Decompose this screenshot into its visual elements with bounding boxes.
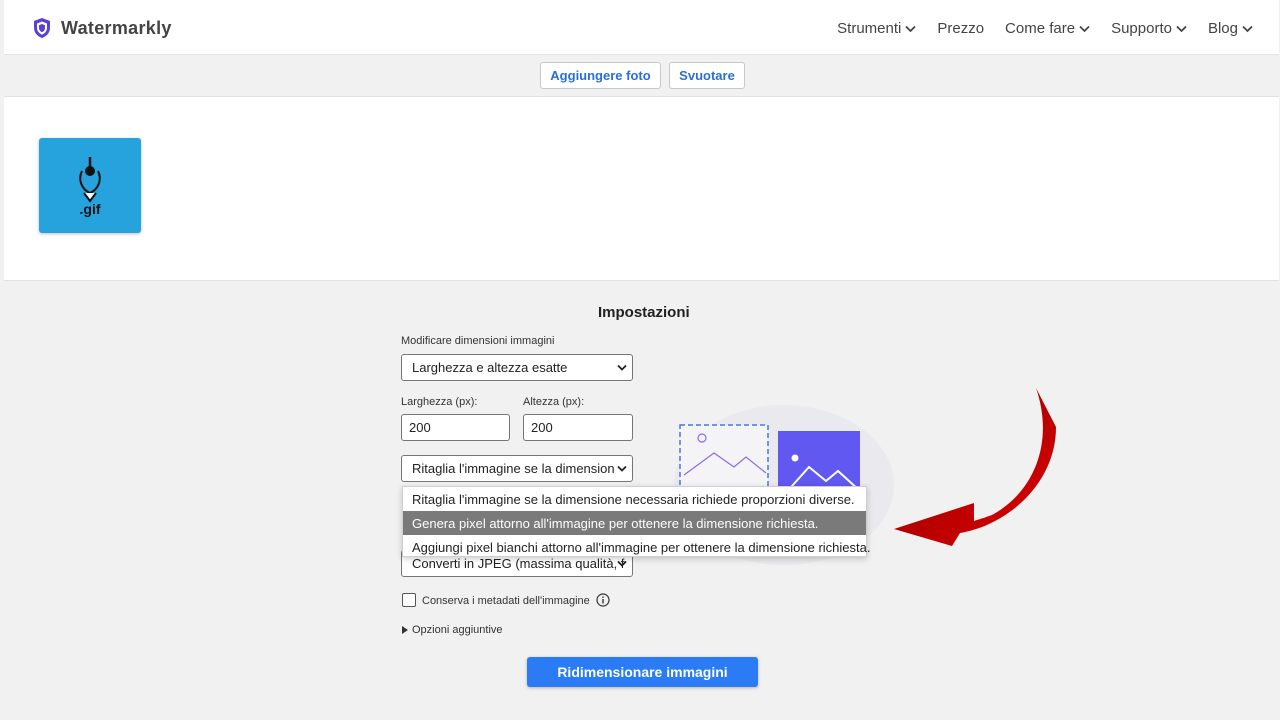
dropdown-option-crop[interactable]: Ritaglia l'immagine se la dimensione nec… [403, 487, 866, 511]
nav-label: Come fare [1005, 20, 1076, 37]
fit-mode-dropdown: Ritaglia l'immagine se la dimensione nec… [402, 486, 870, 559]
clear-button[interactable]: Svuotare [669, 62, 745, 89]
nav-blog[interactable]: Blog [1208, 20, 1253, 37]
gif-file-icon [79, 156, 101, 203]
nav-supporto[interactable]: Supporto [1111, 20, 1187, 37]
image-list: .gif [4, 97, 1279, 281]
add-photo-button[interactable]: Aggiungere foto [540, 62, 661, 89]
disclosure-triangle-icon [402, 626, 408, 634]
metadata-checkbox[interactable] [402, 593, 416, 607]
select-value: Ritaglia l'immagine se la dimension [412, 461, 615, 476]
resize-label: Modificare dimensioni immagini [401, 335, 555, 347]
image-thumbnail[interactable]: .gif [39, 138, 141, 233]
thumbnail-label: .gif [79, 200, 101, 217]
page: Watermarkly Strumenti Prezzo Come fare S… [4, 0, 1279, 720]
chevron-down-icon [905, 25, 916, 32]
chevron-down-icon [1176, 25, 1187, 32]
image-toolbar: Aggiungere foto Svuotare [4, 55, 1279, 97]
nav-strumenti[interactable]: Strumenti [837, 20, 916, 37]
width-input[interactable]: 200 [401, 414, 510, 441]
nav-label: Strumenti [837, 20, 902, 37]
more-options-label: Opzioni aggiuntive [412, 624, 503, 636]
dropdown-option-generate-pixels[interactable]: Genera pixel attorno all'immagine per ot… [403, 511, 866, 535]
resize-images-button[interactable]: Ridimensionare immagini [527, 657, 758, 687]
nav-label: Blog [1207, 20, 1238, 37]
chevron-down-icon [1079, 25, 1090, 32]
red-arrow-annotation [894, 388, 1056, 546]
info-icon[interactable] [596, 593, 610, 607]
nav-prezzo[interactable]: Prezzo [937, 20, 984, 37]
main-nav: Strumenti Prezzo Come fare Supporto Blog [816, 20, 1253, 37]
metadata-label: Conserva i metadati dell'immagine [422, 595, 590, 607]
select-value: Larghezza e altezza esatte [412, 360, 568, 375]
chevron-down-icon [1242, 25, 1253, 32]
nav-label: Prezzo [937, 20, 985, 37]
dropdown-option-white-pixels[interactable]: Aggiungi pixel bianchi attorno all'immag… [403, 535, 870, 559]
height-input[interactable]: 200 [523, 414, 633, 441]
site-header: Watermarkly Strumenti Prezzo Come fare S… [4, 0, 1279, 55]
nav-come-fare[interactable]: Come fare [1005, 20, 1090, 37]
nav-label: Supporto [1111, 20, 1172, 37]
more-options-toggle[interactable]: Opzioni aggiuntive [402, 624, 503, 636]
width-label: Larghezza (px): [401, 396, 478, 408]
select-arrow-icon [617, 560, 627, 567]
select-arrow-icon [617, 364, 627, 371]
shield-logo-icon [34, 18, 50, 38]
settings-title: Impostazioni [598, 304, 690, 321]
height-label: Altezza (px): [523, 396, 585, 408]
brand-logo[interactable]: Watermarkly [32, 17, 172, 39]
select-arrow-icon [617, 465, 627, 472]
resize-mode-select[interactable]: Larghezza e altezza esatte [401, 354, 633, 381]
brand-name: Watermarkly [61, 17, 172, 38]
fit-mode-select[interactable]: Ritaglia l'immagine se la dimension [401, 455, 633, 482]
